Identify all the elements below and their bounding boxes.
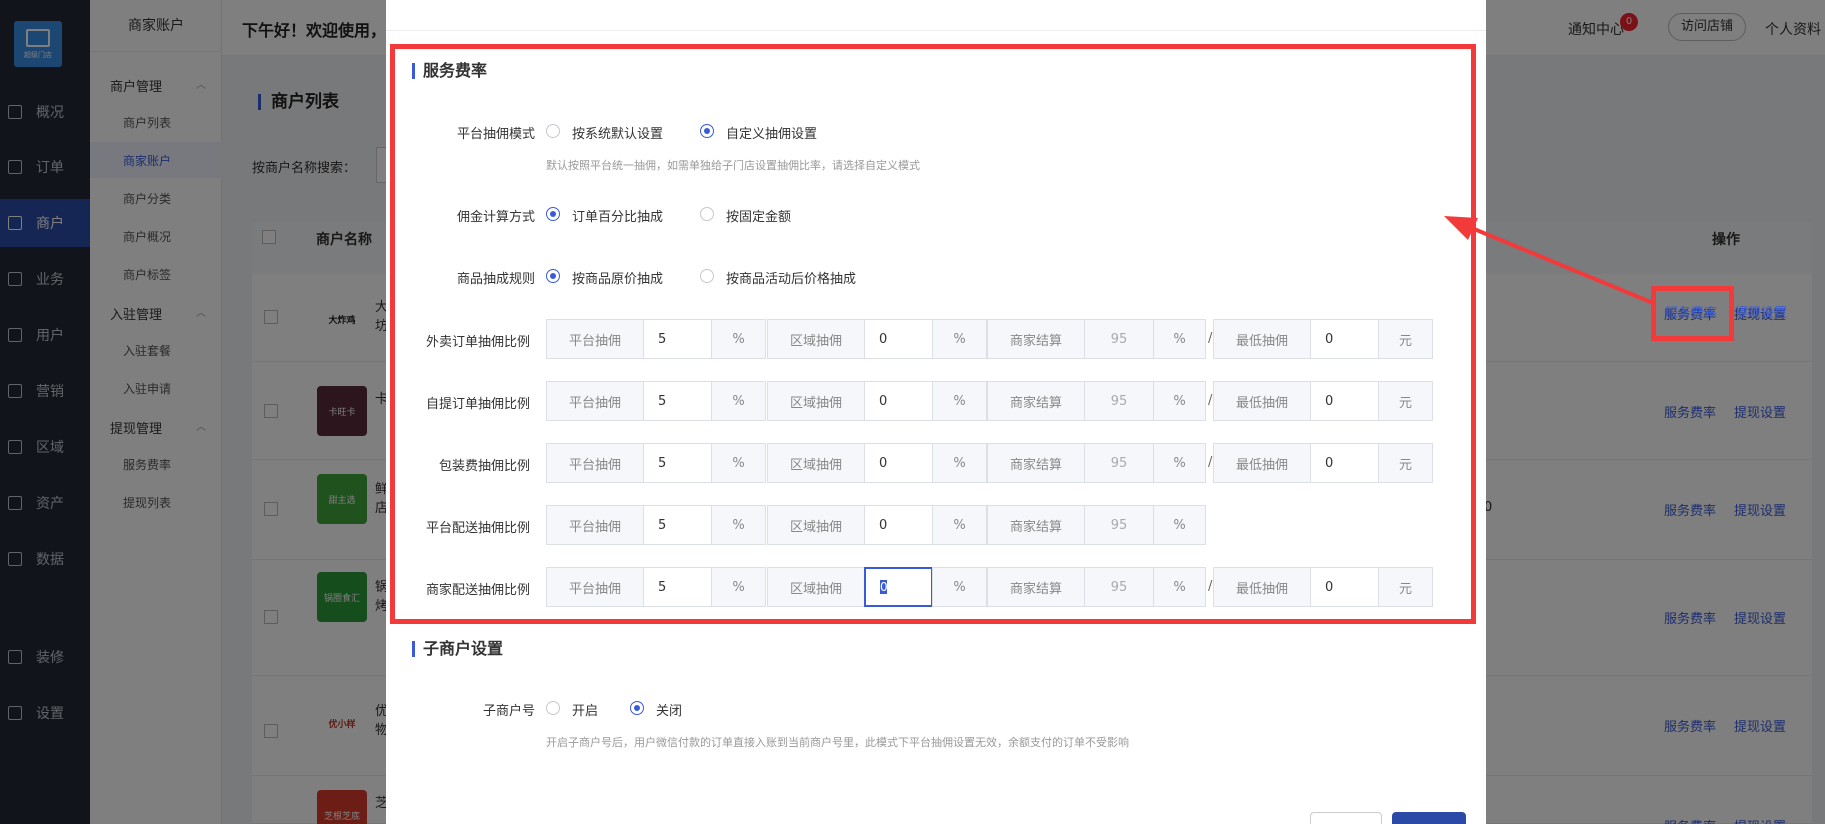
withdraw-settings-link-highlighted[interactable]: 提现设置: [1735, 302, 1787, 321]
radio-label[interactable]: 开启: [572, 700, 598, 719]
radio-label[interactable]: 关闭: [656, 700, 682, 719]
sub-account-hint: 开启子商户号后，用户微信付款的订单直接入账到当前商户号里，此模式下平台抽佣设置无…: [546, 736, 1129, 749]
annotation-highlight-frame: [390, 44, 1476, 624]
service-rate-link-highlighted[interactable]: 服务费率: [1665, 302, 1717, 321]
section-title-sub-account: 子商户设置: [412, 641, 503, 657]
sub-account-label: 子商户号: [482, 704, 535, 719]
cancel-button[interactable]: [1310, 812, 1382, 824]
radio-sub-account-on[interactable]: [546, 701, 560, 715]
modal-divider: [386, 30, 1486, 31]
confirm-button[interactable]: [1392, 812, 1466, 824]
radio-sub-account-off[interactable]: [630, 701, 644, 715]
